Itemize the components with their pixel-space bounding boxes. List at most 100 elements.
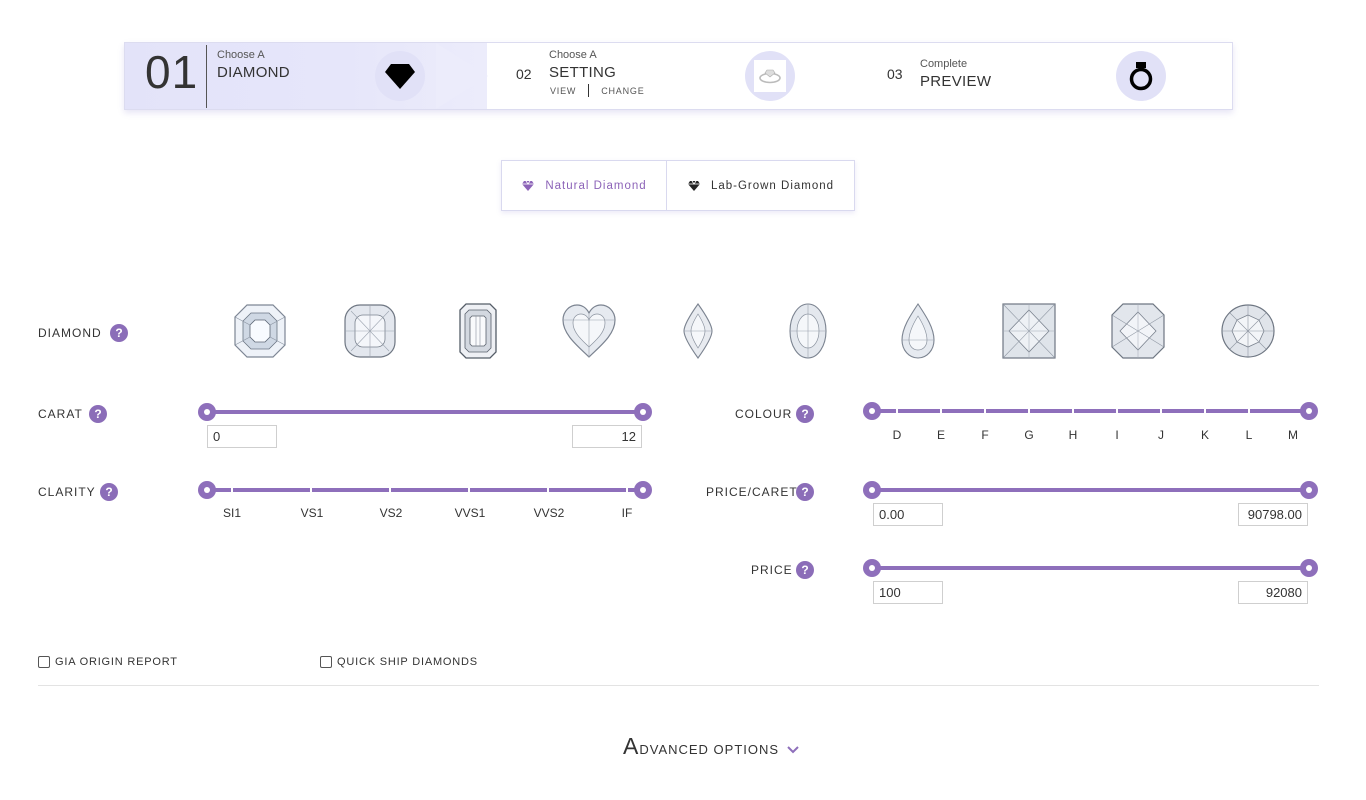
step3-label[interactable]: PREVIEW — [920, 73, 991, 90]
chevron-down-icon — [787, 746, 799, 754]
lab-grown-diamond-button[interactable]: Lab-Grown Diamond — [667, 161, 854, 210]
price-help-icon[interactable]: ? — [796, 561, 814, 579]
lab-diamond-icon — [687, 180, 700, 191]
clarity-min-handle[interactable] — [198, 481, 216, 499]
shape-emerald-button[interactable] — [450, 302, 506, 360]
shape-asscher-button[interactable] — [232, 302, 288, 360]
checkbox-box[interactable] — [38, 656, 50, 668]
advanced-options-label: DVANCED OPTIONS — [639, 742, 780, 757]
clarity-grade-vs1[interactable]: VS1 — [292, 506, 332, 520]
shape-marquise-button[interactable] — [670, 302, 726, 360]
colour-grade-D[interactable]: D — [877, 428, 917, 442]
diamond-icon[interactable] — [375, 51, 425, 101]
colour-tick — [1116, 409, 1118, 413]
colour-tick — [1204, 409, 1206, 413]
step3-number: 03 — [887, 66, 903, 82]
radiant-shape-icon — [1111, 303, 1165, 359]
step3-caption: Complete — [920, 58, 968, 70]
change-link[interactable]: CHANGE — [601, 86, 644, 96]
clarity-grade-si1[interactable]: SI1 — [212, 506, 252, 520]
price-carat-min-handle[interactable] — [863, 481, 881, 499]
pear-shape-icon — [901, 303, 935, 359]
colour-tick — [896, 409, 898, 413]
colour-grade-M[interactable]: M — [1273, 428, 1313, 442]
colour-grade-L[interactable]: L — [1229, 428, 1269, 442]
clarity-tick — [626, 488, 628, 492]
carat-max-input[interactable] — [572, 425, 642, 448]
colour-grade-J[interactable]: J — [1141, 428, 1181, 442]
price-max-input[interactable] — [1238, 581, 1308, 604]
price-carat-help-icon[interactable]: ? — [796, 483, 814, 501]
clarity-help-icon[interactable]: ? — [100, 483, 118, 501]
price-slider-track[interactable] — [872, 566, 1309, 570]
ring-icon[interactable] — [1116, 51, 1166, 101]
clarity-grade-vvs2[interactable]: VVS2 — [529, 506, 569, 520]
shape-oval-button[interactable] — [780, 302, 836, 360]
colour-grade-F[interactable]: F — [965, 428, 1005, 442]
checkbox-box[interactable] — [320, 656, 332, 668]
shape-cushion-button[interactable] — [342, 302, 398, 360]
colour-tick — [1072, 409, 1074, 413]
carat-label: CARAT — [38, 407, 83, 421]
price-min-input[interactable] — [873, 581, 943, 604]
clarity-grade-vvs1[interactable]: VVS1 — [450, 506, 490, 520]
colour-tick — [940, 409, 942, 413]
natural-diamond-icon — [522, 180, 535, 191]
carat-slider-track[interactable] — [207, 410, 643, 414]
step1-label[interactable]: DIAMOND — [217, 64, 290, 81]
round-shape-icon — [1221, 304, 1275, 358]
step2-caption: Choose A — [549, 49, 597, 61]
colour-grade-K[interactable]: K — [1185, 428, 1225, 442]
colour-slider-track[interactable] — [872, 409, 1309, 413]
view-link[interactable]: VIEW — [550, 86, 576, 96]
colour-tick — [984, 409, 986, 413]
shape-heart-button[interactable] — [561, 302, 617, 360]
progress-stepper: 01 Choose A DIAMOND 02 Choose A SETTING … — [124, 42, 1233, 110]
shape-pear-button[interactable] — [890, 302, 946, 360]
quick-ship-label: QUICK SHIP DIAMONDS — [337, 656, 478, 668]
colour-grade-E[interactable]: E — [921, 428, 961, 442]
gia-origin-report-checkbox[interactable]: GIA ORIGIN REPORT — [38, 656, 178, 668]
step2-label[interactable]: SETTING — [549, 64, 616, 81]
quick-ship-checkbox[interactable]: QUICK SHIP DIAMONDS — [320, 656, 478, 668]
colour-grade-G[interactable]: G — [1009, 428, 1049, 442]
shape-princess-button[interactable] — [1001, 302, 1057, 360]
shape-round-button[interactable] — [1220, 302, 1276, 360]
shape-radiant-button[interactable] — [1110, 302, 1166, 360]
colour-help-icon[interactable]: ? — [796, 405, 814, 423]
clarity-tick — [468, 488, 470, 492]
emerald-shape-icon — [459, 303, 497, 359]
lab-grown-diamond-label: Lab-Grown Diamond — [710, 179, 835, 192]
ring-setting-icon[interactable] — [745, 51, 795, 101]
cushion-shape-icon — [344, 304, 396, 358]
clarity-label: CLARITY — [38, 485, 96, 499]
clarity-grade-if[interactable]: IF — [607, 506, 647, 520]
diamond-help-icon[interactable]: ? — [110, 324, 128, 342]
clarity-max-handle[interactable] — [634, 481, 652, 499]
carat-help-icon[interactable]: ? — [89, 405, 107, 423]
heart-shape-icon — [562, 304, 616, 358]
natural-diamond-button[interactable]: Natural Diamond — [502, 161, 667, 210]
colour-tick — [1160, 409, 1162, 413]
colour-max-handle[interactable] — [1300, 402, 1318, 420]
colour-grade-I[interactable]: I — [1097, 428, 1137, 442]
advanced-options-toggle[interactable]: A DVANCED OPTIONS — [623, 733, 799, 760]
step1-number: 01 — [145, 46, 199, 98]
price-carat-max-handle[interactable] — [1300, 481, 1318, 499]
carat-max-handle[interactable] — [634, 403, 652, 421]
price-min-handle[interactable] — [863, 559, 881, 577]
clarity-slider-track[interactable] — [207, 488, 643, 492]
price-carat-min-input[interactable] — [873, 503, 943, 526]
clarity-grade-vs2[interactable]: VS2 — [371, 506, 411, 520]
price-label: PRICE — [751, 563, 793, 577]
price-carat-slider-track[interactable] — [872, 488, 1309, 492]
carat-min-input[interactable] — [207, 425, 277, 448]
colour-grade-H[interactable]: H — [1053, 428, 1093, 442]
natural-diamond-label: Natural Diamond — [545, 179, 647, 192]
gia-origin-report-label: GIA ORIGIN REPORT — [55, 656, 178, 668]
price-max-handle[interactable] — [1300, 559, 1318, 577]
carat-min-handle[interactable] — [198, 403, 216, 421]
colour-min-handle[interactable] — [863, 402, 881, 420]
price-carat-max-input[interactable] — [1238, 503, 1308, 526]
step1-caption: Choose A — [217, 49, 265, 61]
